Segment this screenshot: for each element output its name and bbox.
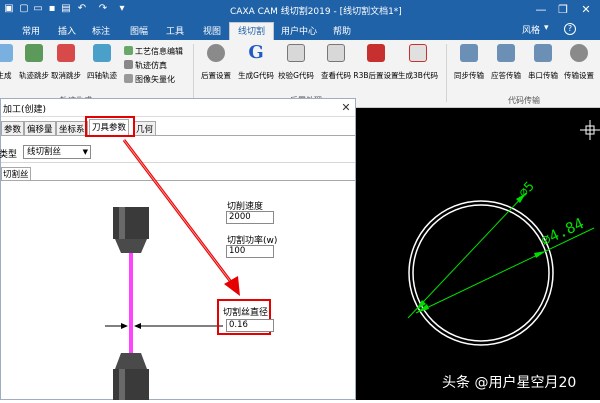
annotation-arrow-head xyxy=(224,276,240,296)
watermark: 头条 @用户星空月20 xyxy=(442,375,577,391)
annotation-arrow xyxy=(122,139,240,296)
annotation-arrow-highlight xyxy=(123,139,235,287)
